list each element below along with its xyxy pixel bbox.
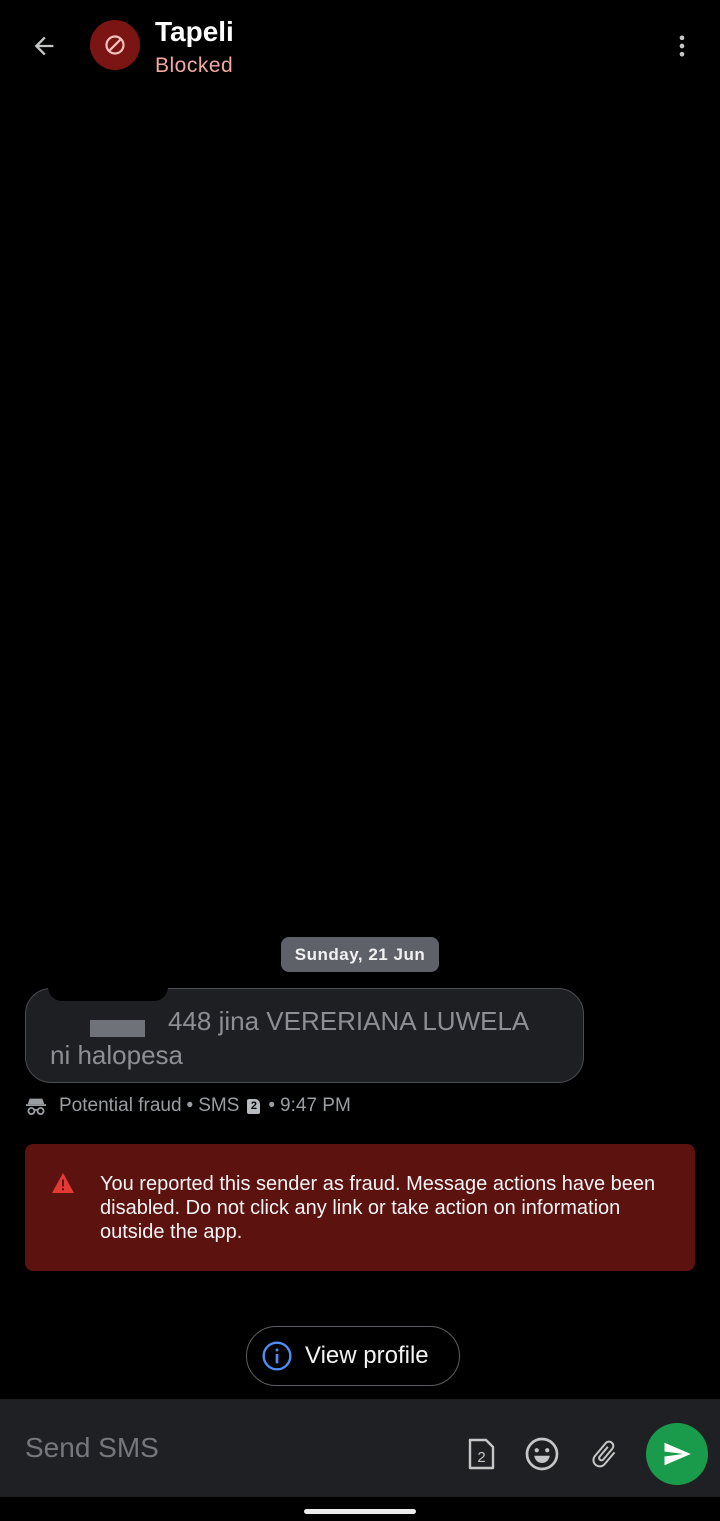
view-profile-button[interactable]: View profile [246, 1326, 460, 1386]
back-button[interactable] [22, 24, 66, 68]
spy-icon [25, 1095, 47, 1117]
home-indicator[interactable] [304, 1509, 416, 1514]
meta-separator: • [186, 1095, 194, 1116]
message-time: 9:47 PM [280, 1095, 351, 1116]
contact-name[interactable]: Tapeli [155, 16, 234, 48]
meta-separator: • [268, 1095, 276, 1116]
view-profile-label: View profile [305, 1342, 429, 1369]
info-icon [261, 1340, 293, 1372]
fraud-label: Potential fraud [59, 1095, 182, 1116]
fraud-warning-text: You reported this sender as fraud. Messa… [100, 1173, 656, 1243]
bubble-notch [48, 987, 168, 1001]
more-options-button[interactable] [660, 24, 704, 68]
channel-label: SMS [198, 1095, 240, 1116]
date-divider: Sunday, 21 Jun [281, 937, 439, 972]
attach-button[interactable] [582, 1432, 626, 1476]
message-text-line1: 448 jina VERERIANA LUWELA [168, 1006, 530, 1036]
arrow-left-icon [34, 36, 54, 56]
sms-input[interactable] [25, 1423, 445, 1473]
system-nav-bar [0, 1497, 720, 1521]
top-app-bar: Tapeli Blocked [0, 0, 720, 92]
warning-icon [52, 1173, 74, 1193]
message-bubble[interactable]: 448 jina VERERIANA LUWELA ni halopesa [25, 987, 584, 1083]
send-button[interactable] [646, 1423, 708, 1485]
more-vert-icon [679, 35, 685, 57]
message-text-line2: ni halopesa [50, 1040, 183, 1070]
emoji-button[interactable] [520, 1432, 564, 1476]
sim-select-button[interactable]: 2 [459, 1432, 503, 1476]
message-composer: 2 [0, 1399, 720, 1497]
emoji-icon [525, 1437, 559, 1471]
sim-number: 2 [477, 1449, 485, 1466]
fraud-warning-banner: You reported this sender as fraud. Messa… [25, 1144, 695, 1271]
redacted-block [90, 1020, 145, 1037]
paperclip-icon [592, 1440, 616, 1468]
sim-card-icon: 2 [468, 1438, 495, 1470]
send-icon [664, 1442, 691, 1466]
sim-icon: 2 [247, 1098, 261, 1114]
contact-status: Blocked [155, 54, 234, 77]
message-meta: Potential fraud • SMS 2 • 9:47 PM [25, 1092, 351, 1120]
block-icon [105, 35, 125, 55]
contact-avatar[interactable] [90, 20, 140, 70]
